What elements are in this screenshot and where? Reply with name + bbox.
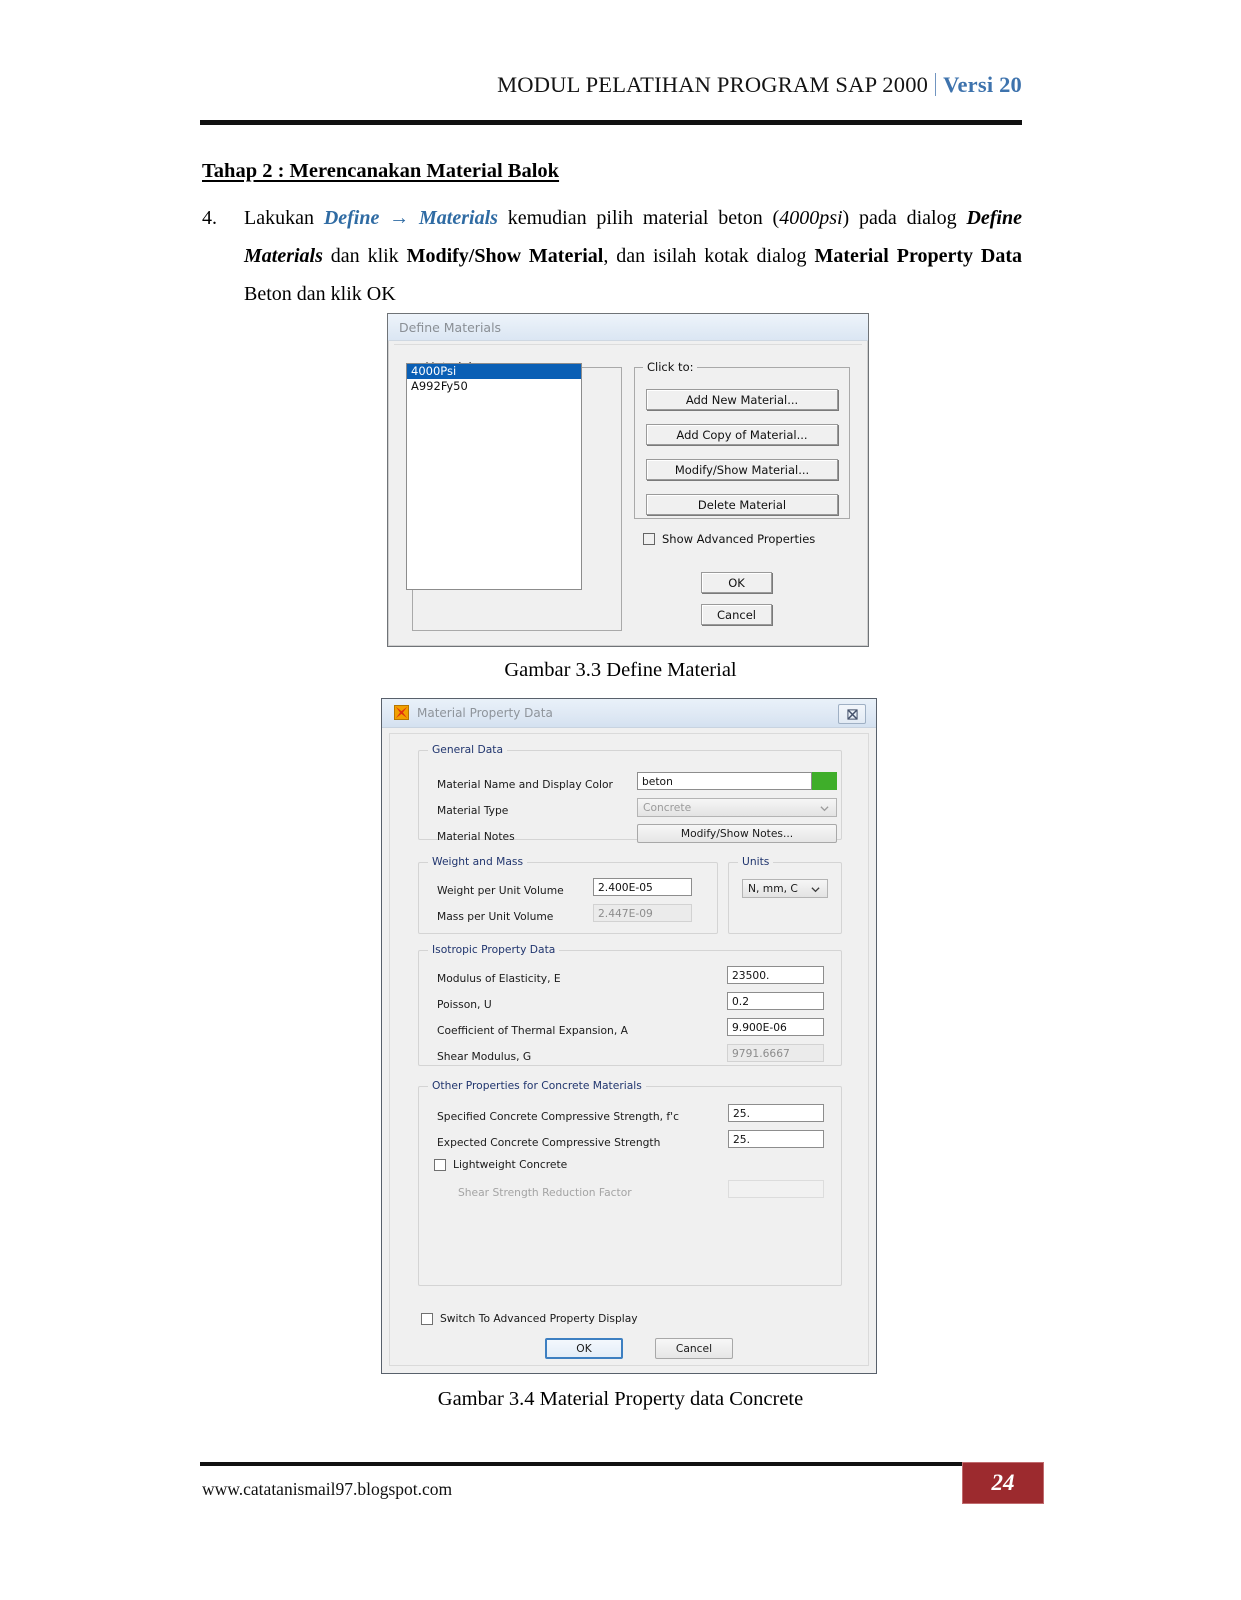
checkbox-box-icon	[643, 533, 655, 545]
weight-and-mass-legend: Weight and Mass	[428, 855, 528, 868]
add-copy-of-material-button[interactable]: Add Copy of Material...	[646, 424, 838, 445]
chevron-down-icon	[811, 884, 820, 893]
material-name-label: Material Name and Display Color	[437, 778, 613, 791]
poisson-label: Poisson, U	[437, 998, 492, 1011]
click-to-groupbox-legend: Click to:	[643, 360, 698, 374]
material-name-input[interactable]: beton	[637, 772, 812, 790]
shear-strength-reduction-factor-label: Shear Strength Reduction Factor	[458, 1186, 632, 1199]
modulus-of-elasticity-input[interactable]: 23500.	[727, 966, 824, 984]
units-legend: Units	[738, 855, 774, 868]
shear-strength-reduction-factor-input	[728, 1180, 824, 1198]
isotropic-legend: Isotropic Property Data	[428, 943, 560, 956]
display-color-swatch[interactable]	[812, 772, 837, 790]
checkbox-box-icon	[434, 1158, 446, 1171]
shear-modulus-label: Shear Modulus, G	[437, 1050, 532, 1063]
menu-path: Define → Materials	[323, 207, 498, 229]
lightweight-concrete-label: Lightweight Concrete	[453, 1158, 568, 1171]
bold-modify-show-material: Modify/Show Material	[406, 245, 604, 267]
footer-url: www.catatanismail97.blogspot.com	[202, 1479, 453, 1499]
ok-button[interactable]: OK	[545, 1338, 623, 1359]
dialog2-title: Material Property Data	[417, 706, 553, 720]
list-number: 4.	[202, 207, 217, 229]
show-advanced-properties-checkbox[interactable]: Show Advanced Properties	[643, 532, 815, 546]
weight-and-mass-groupbox: Weight and Mass	[418, 855, 718, 934]
figure-caption-1: Gambar 3.3 Define Material	[504, 659, 737, 681]
material-type-label: Material Type	[437, 804, 509, 817]
close-icon[interactable]	[838, 704, 866, 724]
header-version: Versi 20	[943, 72, 1022, 97]
weight-per-unit-volume-label: Weight per Unit Volume	[437, 884, 564, 897]
material-type-select[interactable]: Concrete	[637, 798, 837, 817]
document-page: MODUL PELATIHAN PROGRAM SAP 2000 Versi 20…	[0, 0, 1241, 1600]
cancel-button[interactable]: Cancel	[701, 604, 772, 625]
define-materials-dialog: Define Materials Materials 4000Psi A992F…	[387, 313, 869, 647]
sap2000-icon	[394, 705, 409, 720]
mass-per-unit-volume-label: Mass per Unit Volume	[437, 910, 554, 923]
text-run-6: Beton dan klik OK	[244, 283, 396, 305]
dialog1-titlebar: Define Materials	[388, 314, 868, 341]
material-notes-label: Material Notes	[437, 830, 515, 843]
section-heading: Tahap 2 : Merencanakan Material Balok	[202, 160, 560, 182]
text-run-1: Lakukan	[244, 207, 324, 229]
footer-rule	[200, 1462, 1022, 1466]
paragraph-text: Lakukan Define → Materials kemudian pili…	[244, 199, 1022, 313]
lightweight-concrete-checkbox[interactable]: Lightweight Concrete	[434, 1158, 567, 1171]
other-properties-legend: Other Properties for Concrete Materials	[428, 1079, 646, 1092]
units-value: N, mm, C	[748, 882, 798, 895]
modify-show-notes-button[interactable]: Modify/Show Notes...	[637, 824, 837, 843]
expected-fc-input[interactable]: 25.	[728, 1130, 824, 1148]
chevron-down-icon	[820, 803, 829, 812]
dialog2-titlebar: Material Property Data	[382, 699, 876, 728]
specified-fc-input[interactable]: 25.	[728, 1104, 824, 1122]
list-item[interactable]: 4000Psi	[407, 364, 581, 379]
text-run-2: kemudian pilih material beton (	[497, 207, 780, 229]
show-advanced-properties-label: Show Advanced Properties	[662, 532, 816, 546]
list-item[interactable]: A992Fy50	[407, 379, 581, 394]
delete-material-button[interactable]: Delete Material	[646, 494, 838, 515]
text-run-3: ) pada dialog	[842, 207, 967, 229]
material-type-value: Concrete	[643, 801, 692, 814]
material-property-data-dialog: Material Property Data General Data Mate…	[381, 698, 877, 1374]
materials-listbox[interactable]: 4000Psi A992Fy50	[406, 363, 582, 590]
poisson-input[interactable]: 0.2	[727, 992, 824, 1010]
shear-modulus-value: 9791.6667	[727, 1044, 824, 1062]
units-groupbox: Units	[728, 855, 842, 934]
figure-caption-2: Gambar 3.4 Material Property data Concre…	[437, 1388, 804, 1410]
ok-button[interactable]: OK	[701, 572, 772, 593]
cancel-button[interactable]: Cancel	[655, 1338, 733, 1359]
switch-advanced-display-label: Switch To Advanced Property Display	[440, 1312, 638, 1325]
header-title: MODUL PELATIHAN PROGRAM SAP 2000	[497, 72, 929, 97]
thermal-expansion-label: Coefficient of Thermal Expansion, A	[437, 1024, 628, 1037]
text-run-4: dan klik	[322, 245, 407, 267]
emphasis-4000psi: 4000psi	[779, 207, 843, 229]
checkbox-box-icon	[421, 1312, 433, 1325]
add-new-material-button[interactable]: Add New Material...	[646, 389, 838, 410]
header-divider	[935, 73, 937, 96]
thermal-expansion-input[interactable]: 9.900E-06	[727, 1018, 824, 1036]
instruction-paragraph: 4. Lakukan Define → Materials kemudian p…	[202, 199, 1022, 313]
header-rule	[200, 120, 1022, 125]
dialog1-title: Define Materials	[399, 320, 502, 335]
units-select[interactable]: N, mm, C	[742, 879, 828, 898]
dialog2-client-area: General Data Material Name and Display C…	[389, 733, 869, 1366]
mass-per-unit-volume-value: 2.447E-09	[593, 904, 692, 922]
modify-show-material-button[interactable]: Modify/Show Material...	[646, 459, 838, 480]
dialog1-client-area: Materials 4000Psi A992Fy50 Click to: Add…	[394, 344, 862, 640]
text-run-5: , dan isilah kotak dialog	[603, 245, 815, 267]
modulus-of-elasticity-label: Modulus of Elasticity, E	[437, 972, 561, 985]
specified-fc-label: Specified Concrete Compressive Strength,…	[437, 1110, 679, 1123]
expected-fc-label: Expected Concrete Compressive Strength	[437, 1136, 661, 1149]
page-number-badge: 24	[962, 1462, 1044, 1504]
general-data-legend: General Data	[428, 743, 508, 756]
bold-material-property-data: Material Property Data	[814, 245, 1022, 267]
running-header: MODUL PELATIHAN PROGRAM SAP 2000 Versi 20	[200, 72, 1022, 98]
switch-advanced-display-checkbox[interactable]: Switch To Advanced Property Display	[421, 1312, 638, 1325]
weight-per-unit-volume-input[interactable]: 2.400E-05	[593, 878, 692, 896]
